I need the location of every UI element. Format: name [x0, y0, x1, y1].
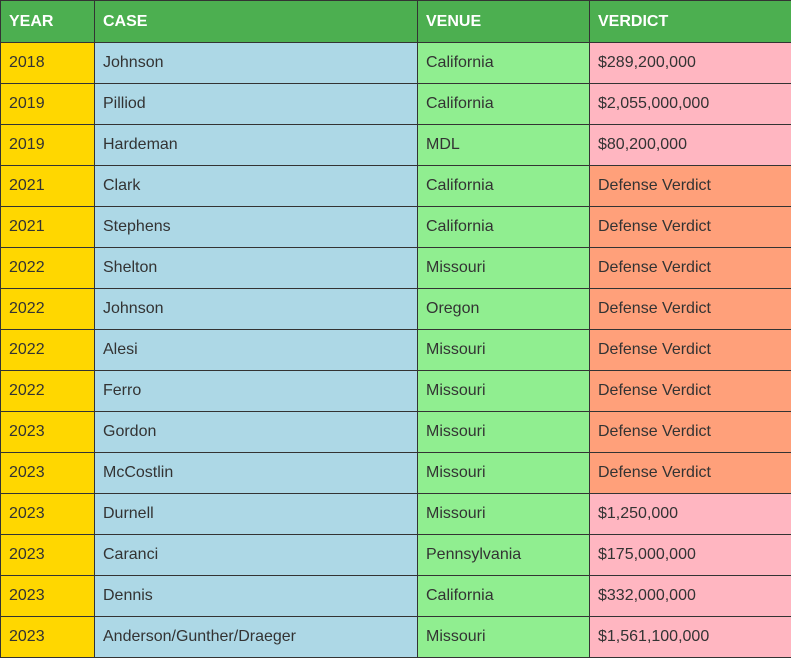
header-venue: VENUE — [418, 1, 590, 43]
venue-cell: Pennsylvania — [418, 535, 590, 576]
table-header: YEAR CASE VENUE VERDICT — [1, 1, 791, 43]
header-year: YEAR — [1, 1, 95, 43]
table-row: 2023GordonMissouriDefense Verdict — [1, 412, 791, 453]
venue-cell: California — [418, 84, 590, 125]
verdict-cell: Defense Verdict — [590, 248, 791, 289]
verdict-cell: Defense Verdict — [590, 289, 791, 330]
case-cell: Alesi — [95, 330, 418, 371]
verdict-cell: Defense Verdict — [590, 412, 791, 453]
venue-cell: California — [418, 166, 590, 207]
verdict-cell: Defense Verdict — [590, 371, 791, 412]
header-row: YEAR CASE VENUE VERDICT — [1, 1, 791, 43]
venue-cell: Missouri — [418, 617, 590, 658]
table-row: 2022AlesiMissouriDefense Verdict — [1, 330, 791, 371]
table-row: 2022FerroMissouriDefense Verdict — [1, 371, 791, 412]
year-cell: 2023 — [1, 576, 95, 617]
table-row: 2023DennisCalifornia$332,000,000 — [1, 576, 791, 617]
verdicts-table: YEAR CASE VENUE VERDICT 2018JohnsonCalif… — [0, 0, 791, 658]
year-cell: 2023 — [1, 617, 95, 658]
year-cell: 2022 — [1, 371, 95, 412]
year-cell: 2023 — [1, 453, 95, 494]
venue-cell: California — [418, 207, 590, 248]
case-cell: McCostlin — [95, 453, 418, 494]
year-cell: 2021 — [1, 166, 95, 207]
table-row: 2023McCostlinMissouriDefense Verdict — [1, 453, 791, 494]
year-cell: 2023 — [1, 535, 95, 576]
verdict-cell: Defense Verdict — [590, 207, 791, 248]
case-cell: Shelton — [95, 248, 418, 289]
venue-cell: Missouri — [418, 248, 590, 289]
case-cell: Anderson/Gunther/Draeger — [95, 617, 418, 658]
verdict-cell: $289,200,000 — [590, 43, 791, 84]
year-cell: 2022 — [1, 330, 95, 371]
header-case: CASE — [95, 1, 418, 43]
table-row: 2023Anderson/Gunther/DraegerMissouri$1,5… — [1, 617, 791, 658]
case-cell: Stephens — [95, 207, 418, 248]
verdict-cell: $2,055,000,000 — [590, 84, 791, 125]
verdict-cell: $80,200,000 — [590, 125, 791, 166]
verdict-cell: $1,250,000 — [590, 494, 791, 535]
year-cell: 2022 — [1, 289, 95, 330]
header-verdict: VERDICT — [590, 1, 791, 43]
case-cell: Durnell — [95, 494, 418, 535]
table-row: 2023DurnellMissouri$1,250,000 — [1, 494, 791, 535]
case-cell: Pilliod — [95, 84, 418, 125]
table-row: 2019HardemanMDL$80,200,000 — [1, 125, 791, 166]
case-cell: Clark — [95, 166, 418, 207]
table-row: 2021ClarkCaliforniaDefense Verdict — [1, 166, 791, 207]
year-cell: 2018 — [1, 43, 95, 84]
case-cell: Dennis — [95, 576, 418, 617]
year-cell: 2019 — [1, 125, 95, 166]
venue-cell: Oregon — [418, 289, 590, 330]
venue-cell: MDL — [418, 125, 590, 166]
table-row: 2021StephensCaliforniaDefense Verdict — [1, 207, 791, 248]
verdict-cell: $332,000,000 — [590, 576, 791, 617]
verdict-cell: $1,561,100,000 — [590, 617, 791, 658]
year-cell: 2019 — [1, 84, 95, 125]
verdict-cell: Defense Verdict — [590, 453, 791, 494]
venue-cell: Missouri — [418, 412, 590, 453]
verdict-cell: Defense Verdict — [590, 166, 791, 207]
table-row: 2018JohnsonCalifornia$289,200,000 — [1, 43, 791, 84]
venue-cell: Missouri — [418, 371, 590, 412]
case-cell: Caranci — [95, 535, 418, 576]
verdict-cell: $175,000,000 — [590, 535, 791, 576]
case-cell: Gordon — [95, 412, 418, 453]
venue-cell: Missouri — [418, 330, 590, 371]
year-cell: 2022 — [1, 248, 95, 289]
table-row: 2023CaranciPennsylvania$175,000,000 — [1, 535, 791, 576]
table-row: 2019PilliodCalifornia$2,055,000,000 — [1, 84, 791, 125]
year-cell: 2023 — [1, 412, 95, 453]
year-cell: 2021 — [1, 207, 95, 248]
verdict-cell: Defense Verdict — [590, 330, 791, 371]
venue-cell: California — [418, 576, 590, 617]
case-cell: Johnson — [95, 289, 418, 330]
case-cell: Ferro — [95, 371, 418, 412]
table-row: 2022SheltonMissouriDefense Verdict — [1, 248, 791, 289]
table-body: 2018JohnsonCalifornia$289,200,0002019Pil… — [1, 43, 791, 658]
case-cell: Hardeman — [95, 125, 418, 166]
venue-cell: Missouri — [418, 494, 590, 535]
year-cell: 2023 — [1, 494, 95, 535]
table-row: 2022JohnsonOregonDefense Verdict — [1, 289, 791, 330]
venue-cell: California — [418, 43, 590, 84]
venue-cell: Missouri — [418, 453, 590, 494]
case-cell: Johnson — [95, 43, 418, 84]
